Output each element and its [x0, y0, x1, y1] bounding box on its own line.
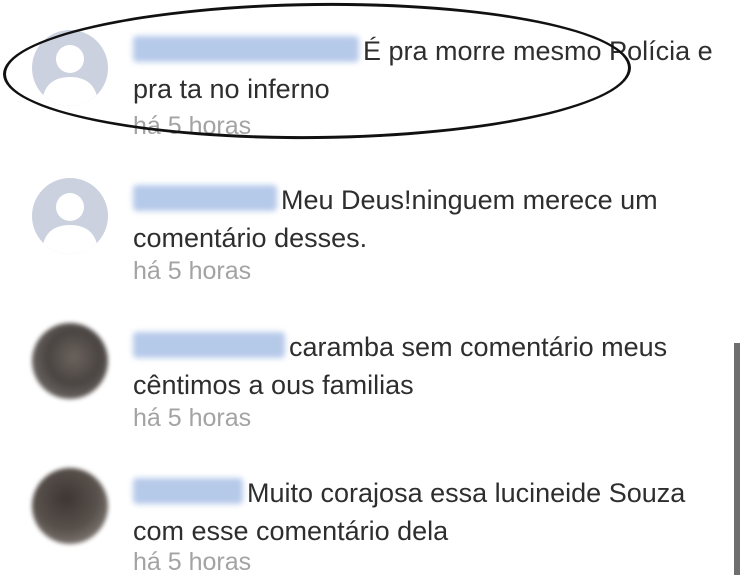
comment-item: caramba sem comentário meus cêntimos a o…: [0, 292, 730, 437]
username-redacted[interactable]: [133, 185, 277, 211]
comment-body: caramba sem comentário meus cêntimos a o…: [133, 328, 723, 404]
comment-body: Muito corajosa essa lucineide Souza com …: [133, 474, 723, 550]
avatar[interactable]: [32, 178, 108, 254]
avatar[interactable]: [32, 468, 108, 544]
scrollbar[interactable]: [734, 343, 740, 575]
comment-timestamp: há 5 horas: [133, 257, 252, 285]
default-user-icon: [42, 193, 98, 254]
username-redacted[interactable]: [133, 478, 243, 504]
avatar[interactable]: [32, 323, 108, 399]
comment-timestamp: há 5 horas: [133, 404, 252, 432]
comment-timestamp: há 5 horas: [133, 548, 252, 576]
username-redacted[interactable]: [133, 332, 285, 358]
comment-body: Meu Deus!ninguem merece um comentário de…: [133, 181, 723, 257]
comment-item: Meu Deus!ninguem merece um comentário de…: [0, 145, 730, 290]
comment-item: Muito corajosa essa lucineide Souza com …: [0, 438, 730, 576]
